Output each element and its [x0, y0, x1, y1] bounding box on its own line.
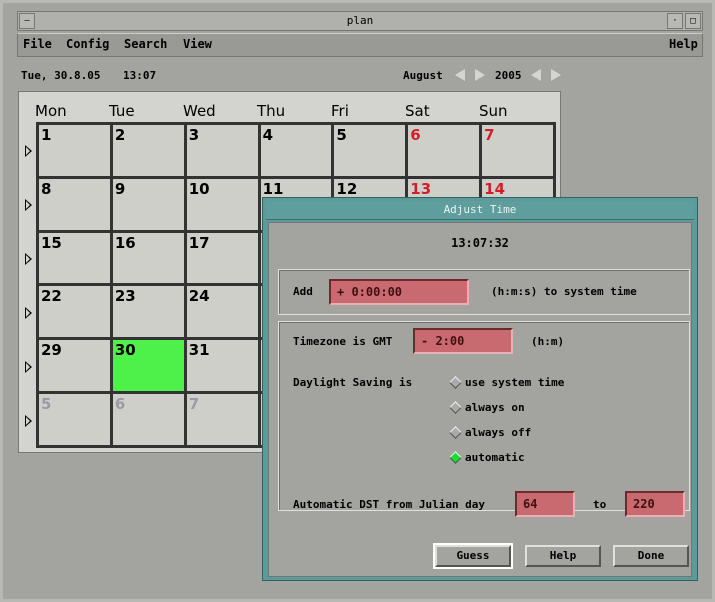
- timezone-label: Timezone is GMT: [293, 335, 393, 348]
- adjust-time-dialog: Adjust Time 13:07:32 Add + 0:00:00 (h:m:…: [262, 197, 698, 581]
- weekday-header: Thu: [257, 102, 286, 120]
- julian-label: Automatic DST from Julian day: [293, 498, 486, 511]
- month-label: August: [403, 69, 443, 82]
- dialog-titlebar[interactable]: Adjust Time: [266, 201, 694, 220]
- weekday-header: Tue: [109, 102, 135, 120]
- prev-year-arrow-icon[interactable]: [531, 69, 541, 81]
- weekday-header: Sun: [479, 102, 508, 120]
- day-cell[interactable]: 29: [39, 340, 110, 392]
- maximize-button[interactable]: □: [685, 13, 701, 29]
- day-cell[interactable]: 30: [112, 340, 184, 392]
- radio-icon: [449, 376, 462, 389]
- dst-option-automatic[interactable]: automatic: [449, 451, 525, 464]
- current-date: Tue, 30.8.05: [21, 69, 101, 82]
- add-suffix: (h:m:s) to system time: [491, 285, 637, 298]
- menu-help[interactable]: Help: [669, 37, 698, 51]
- julian-to-input[interactable]: 220: [625, 491, 685, 517]
- day-cell[interactable]: 9: [112, 178, 184, 230]
- dst-label: Daylight Saving is: [293, 376, 413, 389]
- clock-display: 13:07:32: [451, 236, 509, 250]
- day-cell[interactable]: 4: [260, 125, 332, 176]
- weekday-header: Sat: [405, 102, 430, 120]
- menu-file[interactable]: File: [23, 37, 52, 51]
- dst-option-system[interactable]: use system time: [449, 376, 564, 389]
- help-button[interactable]: Help: [525, 545, 601, 567]
- day-cell[interactable]: 23: [112, 286, 184, 338]
- window-titlebar[interactable]: – plan · □: [17, 11, 703, 31]
- day-cell[interactable]: 5: [334, 125, 406, 176]
- next-month-arrow-icon[interactable]: [475, 69, 485, 81]
- julian-from-input[interactable]: 64: [515, 491, 575, 517]
- next-year-arrow-icon[interactable]: [551, 69, 561, 81]
- add-label: Add: [293, 285, 313, 298]
- week-select-arrow-icon[interactable]: [25, 307, 32, 319]
- day-cell[interactable]: 7: [186, 394, 258, 445]
- timezone-input[interactable]: - 2:00: [413, 328, 513, 354]
- week-select-arrow-icon[interactable]: [25, 199, 32, 211]
- day-cell[interactable]: 2: [112, 125, 184, 176]
- timezone-suffix: (h:m): [531, 335, 565, 348]
- menubar: File Config Search View Help: [17, 33, 703, 57]
- day-cell[interactable]: 10: [186, 178, 258, 230]
- radio-icon: [449, 401, 462, 414]
- menu-search[interactable]: Search: [124, 37, 167, 51]
- dst-option-off[interactable]: always off: [449, 426, 531, 439]
- add-offset-input[interactable]: + 0:00:00: [329, 279, 469, 305]
- minimize-button[interactable]: ·: [667, 13, 683, 29]
- day-cell[interactable]: 15: [39, 232, 110, 284]
- day-cell[interactable]: 5: [39, 394, 110, 445]
- weekday-header: Mon: [35, 102, 67, 120]
- day-cell[interactable]: 17: [186, 232, 258, 284]
- window-menu-button[interactable]: –: [19, 13, 35, 29]
- day-cell[interactable]: 3: [186, 125, 258, 176]
- day-cell[interactable]: 6: [408, 125, 480, 176]
- day-cell[interactable]: 1: [39, 125, 110, 176]
- done-button[interactable]: Done: [613, 545, 689, 567]
- dialog-title: Adjust Time: [443, 203, 517, 216]
- week-select-arrow-icon[interactable]: [25, 415, 32, 427]
- window-title: plan: [346, 14, 374, 27]
- weekday-header: Fri: [331, 102, 349, 120]
- week-select-arrow-icon[interactable]: [25, 361, 32, 373]
- day-cell[interactable]: 16: [112, 232, 184, 284]
- day-cell[interactable]: 22: [39, 286, 110, 338]
- day-cell[interactable]: 6: [112, 394, 184, 445]
- day-cell[interactable]: 31: [186, 340, 258, 392]
- week-select-arrow-icon[interactable]: [25, 145, 32, 157]
- dst-option-on[interactable]: always on: [449, 401, 525, 414]
- prev-month-arrow-icon[interactable]: [455, 69, 465, 81]
- weekday-header: Wed: [183, 102, 216, 120]
- radio-selected-icon: [449, 451, 462, 464]
- julian-to-label: to: [593, 498, 607, 511]
- week-select-arrow-icon[interactable]: [25, 253, 32, 265]
- day-cell[interactable]: 8: [39, 178, 110, 230]
- day-cell[interactable]: 24: [186, 286, 258, 338]
- menu-view[interactable]: View: [183, 37, 212, 51]
- timezone-group: Timezone is GMT - 2:00 (h:m) Daylight Sa…: [278, 321, 690, 517]
- year-label: 2005: [495, 69, 522, 82]
- add-offset-group: Add + 0:00:00 (h:m:s) to system time: [278, 269, 690, 315]
- day-cell[interactable]: 7: [482, 125, 553, 176]
- guess-button[interactable]: Guess: [433, 543, 513, 569]
- current-time: 13:07: [123, 69, 157, 82]
- radio-icon: [449, 426, 462, 439]
- menu-config[interactable]: Config: [66, 37, 109, 51]
